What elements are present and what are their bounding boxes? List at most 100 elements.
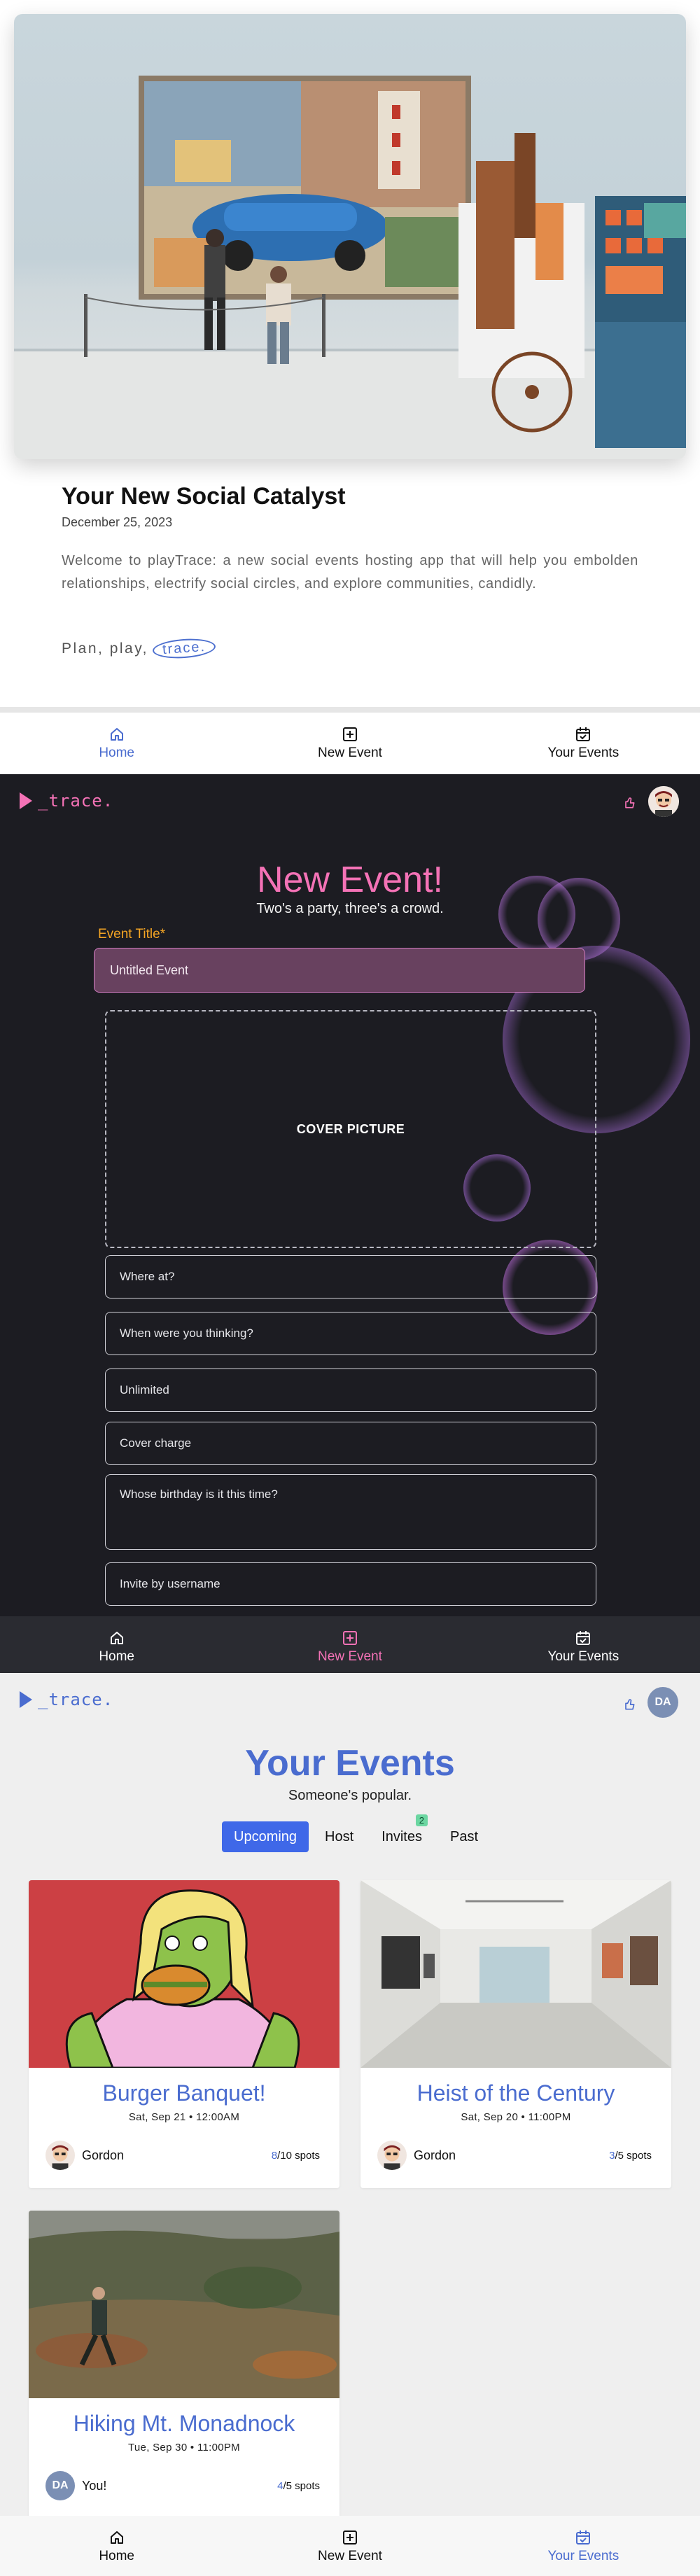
museum-gallery-illustration — [14, 76, 686, 459]
spots-count: 8/10 spots — [272, 2150, 320, 2162]
nav-label-your-events: Your Events — [547, 2549, 620, 2563]
event-title-input[interactable] — [94, 948, 585, 993]
section-divider — [0, 707, 700, 713]
avatar[interactable] — [648, 786, 679, 817]
home-screen: Your New Social Catalyst December 25, 20… — [0, 0, 700, 713]
event-card[interactable]: Hiking Mt. Monadnock Tue, Sep 30 • 11:00… — [29, 2211, 340, 2516]
page-title: Your Events — [245, 1743, 455, 1784]
description-textarea[interactable] — [105, 1474, 596, 1550]
spots-total: /5 spots — [283, 2480, 320, 2492]
spots-count: 3/5 spots — [609, 2150, 652, 2162]
plus-square-icon — [342, 727, 357, 741]
tagline-text: Plan, play, — [62, 640, 148, 657]
app-logo[interactable]: _trace. — [20, 1690, 113, 1709]
event-cover-image — [29, 2211, 340, 2398]
home-icon — [110, 728, 123, 741]
bottom-nav-your-events: Home New Event Your Events — [0, 2516, 700, 2576]
event-title: Burger Banquet! — [102, 2080, 266, 2106]
nav-label-home: Home — [99, 746, 134, 760]
top-bar: _trace. DA — [0, 1673, 700, 1729]
bottom-nav-new-event: Home New Event Your Events — [0, 1616, 700, 1678]
host-name: You! — [82, 2478, 107, 2493]
tab-upcoming[interactable]: Upcoming — [222, 1821, 309, 1852]
spots-total: /10 spots — [277, 2150, 320, 2162]
bottom-nav-home: Home New Event Your Events — [0, 713, 700, 774]
nav-tab-home[interactable]: Home — [0, 2516, 233, 2576]
nav-label-new-event: New Event — [318, 746, 382, 760]
new-event-screen: _trace. New Event! Two's a party, three'… — [0, 774, 700, 1616]
avatar[interactable]: DA — [648, 1687, 678, 1718]
app-logo[interactable]: _trace. — [20, 791, 113, 811]
home-icon — [110, 1632, 123, 1644]
user-avatar-icon — [384, 2145, 400, 2170]
article-date: December 25, 2023 — [62, 515, 173, 529]
nav-tab-new-event[interactable]: New Event — [233, 1616, 466, 1678]
spots-count: 4/5 spots — [277, 2480, 320, 2492]
article-title: Your New Social Catalyst — [62, 483, 346, 510]
event-title: Hiking Mt. Monadnock — [73, 2411, 295, 2436]
host-name: Gordon — [414, 2148, 456, 2162]
tab-label: Upcoming — [234, 1828, 298, 1844]
tagline-brand-link[interactable]: trace. — [152, 636, 216, 661]
event-card[interactable]: Heist of the Century Sat, Sep 20 • 11:00… — [360, 1880, 671, 2188]
spots-total: /5 spots — [615, 2150, 652, 2162]
event-title-label: Event Title* — [98, 927, 166, 941]
host-avatar — [377, 2141, 407, 2170]
event-card[interactable]: Burger Banquet! Sat, Sep 21 • 12:00AM Go… — [29, 1880, 340, 2188]
event-cover-image — [29, 1880, 340, 2068]
nav-label-new-event: New Event — [318, 1649, 382, 1664]
invite-username-input[interactable] — [105, 1562, 596, 1606]
event-host: Gordon — [377, 2141, 456, 2170]
calendar-check-icon — [576, 1631, 591, 1645]
event-title: Heist of the Century — [416, 2080, 615, 2106]
location-input[interactable] — [105, 1255, 596, 1298]
calendar-check-icon — [576, 2530, 591, 2544]
page-title: New Event! — [257, 860, 443, 900]
tab-invites[interactable]: Invites 2 — [370, 1814, 434, 1852]
home-icon — [110, 2531, 123, 2544]
plus-square-icon — [342, 1631, 357, 1645]
nav-label-home: Home — [99, 2549, 134, 2563]
nav-tab-your-events[interactable]: Your Events — [467, 713, 700, 774]
nav-tab-your-events[interactable]: Your Events — [467, 2516, 700, 2576]
capacity-input[interactable] — [105, 1368, 596, 1412]
nav-tab-home[interactable]: Home — [0, 713, 233, 774]
tab-past[interactable]: Past — [438, 1821, 490, 1852]
avatar-initials: DA — [52, 2479, 69, 2491]
nav-tab-home[interactable]: Home — [0, 1616, 233, 1678]
event-cover-image — [360, 1880, 671, 2068]
event-host: Gordon — [46, 2141, 124, 2170]
event-date: Sat, Sep 20 • 11:00PM — [461, 2111, 571, 2123]
your-events-screen: _trace. DA Your Events Someone's popular… — [0, 1673, 700, 2516]
host-name: Gordon — [82, 2148, 125, 2162]
host-avatar: DA — [46, 2471, 75, 2500]
event-date: Sat, Sep 21 • 12:00AM — [128, 2111, 240, 2123]
nav-label-your-events: Your Events — [547, 1649, 620, 1664]
tagline: Plan, play, trace. — [62, 636, 216, 661]
plus-square-icon — [342, 2530, 357, 2544]
page-subtitle: Someone's popular. — [288, 1788, 412, 1803]
tab-host[interactable]: Host — [313, 1821, 365, 1852]
cover-picture-upload[interactable]: COVER PICTURE — [105, 1010, 596, 1248]
nav-tab-new-event[interactable]: New Event — [233, 713, 466, 774]
tab-label: Past — [449, 1828, 479, 1844]
datetime-input[interactable] — [105, 1312, 596, 1355]
nav-tab-new-event[interactable]: New Event — [233, 2516, 466, 2576]
play-icon — [20, 1691, 32, 1708]
notification-icon[interactable] — [620, 1695, 638, 1714]
avatar-initials: DA — [654, 1696, 671, 1708]
cover-charge-input[interactable] — [105, 1422, 596, 1465]
hero-image — [14, 14, 686, 459]
nav-label-new-event: New Event — [318, 2549, 382, 2563]
article-body: Welcome to playTrace: a new social event… — [62, 553, 638, 592]
spots-taken: 8 — [271, 2150, 278, 2162]
nav-tab-your-events[interactable]: Your Events — [467, 1616, 700, 1678]
tab-label: Host — [325, 1828, 354, 1844]
calendar-check-icon — [576, 727, 591, 741]
event-date: Tue, Sep 30 • 11:00PM — [128, 2442, 240, 2454]
logo-text: _trace. — [38, 791, 114, 811]
top-bar: _trace. — [0, 774, 700, 830]
invites-count-badge: 2 — [415, 1814, 428, 1826]
notification-icon[interactable] — [620, 794, 638, 812]
host-avatar — [46, 2141, 75, 2170]
